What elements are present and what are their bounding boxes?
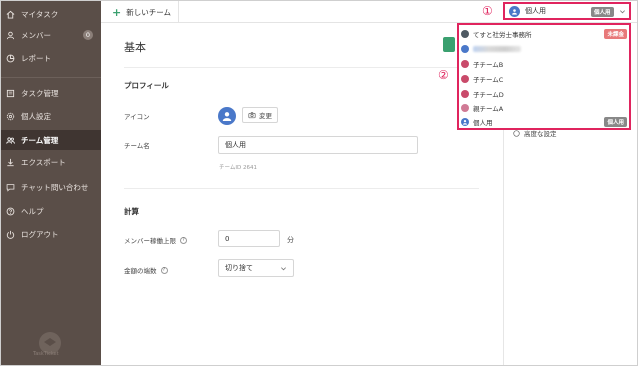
dropdown-item-parent-a[interactable]: 親チームA	[461, 101, 627, 115]
new-team-label: 新しいチーム	[126, 8, 171, 17]
team-selector-name: 個人用	[525, 7, 546, 15]
chevron-down-icon	[281, 267, 286, 271]
app-logo-text: TaskTicket	[33, 351, 59, 357]
power-icon	[6, 230, 15, 239]
personal-badge: 個人用	[604, 117, 627, 127]
sidebar-item-report[interactable]: レポート	[1, 49, 101, 67]
topbar-divider	[178, 1, 179, 22]
user-icon	[6, 31, 15, 40]
save-button[interactable]	[443, 37, 455, 52]
user-avatar-icon	[222, 112, 232, 121]
dropdown-item-personal[interactable]: 個人用 個人用	[461, 115, 627, 129]
camera-icon	[248, 112, 256, 119]
dropdown-item-label: 子チームD	[473, 91, 504, 99]
sidebar-item-personal-settings[interactable]: 個人設定	[1, 107, 101, 125]
team-name-label: チーム名	[124, 142, 150, 150]
sidebar-item-label: チャット問い合わせ	[21, 182, 89, 192]
section-divider	[124, 188, 479, 189]
dropdown-item-label: 子チームB	[473, 61, 504, 69]
team-dropdown: てすと社労士事務所 未課金 子チームB 子チームC 子チームD 親チームA 個人…	[457, 23, 631, 130]
user-avatar-icon	[461, 118, 469, 126]
help-icon	[6, 207, 15, 216]
change-button-label: 変更	[259, 112, 272, 120]
plus-icon: +	[112, 6, 122, 19]
section-divider	[124, 67, 479, 68]
dropdown-item-team-c[interactable]: 子チームC	[461, 72, 627, 86]
avatar	[218, 107, 236, 125]
team-logo-icon	[461, 30, 469, 38]
member-limit-input[interactable]: 0	[218, 230, 280, 247]
team-logo-icon	[461, 75, 469, 83]
sidebar-item-label: チーム管理	[21, 135, 59, 145]
chat-icon	[6, 183, 15, 192]
dropdown-item-label: 子チームC	[473, 76, 504, 84]
rounding-label-text: 金額の端数	[124, 267, 157, 275]
sidebar-item-chat-inquiry[interactable]: チャット問い合わせ	[1, 178, 101, 196]
sidebar-item-export[interactable]: エクスポート	[1, 153, 101, 171]
dropdown-item-team-b[interactable]: 子チームB	[461, 57, 627, 71]
rounding-label: 金額の端数 ?	[124, 265, 168, 275]
sidebar-item-my-tasks[interactable]: マイタスク	[1, 5, 101, 23]
annotation-one: ①	[482, 4, 493, 18]
dropdown-item-label: 個人用	[473, 119, 493, 127]
team-logo-icon	[461, 90, 469, 98]
sidebar-item-label: マイタスク	[21, 9, 59, 19]
dropdown-item-team-d[interactable]: 子チームD	[461, 87, 627, 101]
sidebar-item-help[interactable]: ヘルプ	[1, 202, 101, 220]
team-logo-icon	[461, 104, 469, 112]
home-icon	[6, 10, 15, 19]
change-icon-button[interactable]: 変更	[242, 107, 278, 123]
download-icon	[6, 158, 15, 167]
sidebar-item-label: タスク管理	[21, 88, 59, 98]
blurred-team-name	[473, 46, 521, 52]
team-logo-icon	[461, 60, 469, 68]
gear-icon	[6, 112, 15, 121]
member-limit-label-text: メンバー稼働上限	[124, 237, 176, 245]
member-limit-label: メンバー稼働上限 ?	[124, 235, 187, 245]
rounding-select[interactable]: 切り捨て	[218, 259, 294, 277]
sidebar-item-team-management[interactable]: チーム管理	[1, 130, 101, 150]
team-id-text: チームID 2641	[219, 165, 257, 171]
team-logo-icon	[461, 45, 469, 53]
help-icon[interactable]: ?	[160, 266, 168, 274]
member-count-badge: 0	[83, 30, 93, 40]
sidebar-item-label: エクスポート	[21, 157, 66, 167]
sidebar-item-task-management[interactable]: タスク管理	[1, 84, 101, 102]
member-limit-unit: 分	[287, 236, 294, 244]
dropdown-item-label: 親チームA	[473, 105, 504, 113]
dropdown-item-blurred[interactable]	[461, 42, 627, 56]
dropdown-item-label: てすと社労士事務所	[473, 31, 532, 39]
team-name-input[interactable]: 個人用	[218, 136, 418, 154]
profile-section-title: プロフィール	[124, 81, 169, 90]
rounding-select-value: 切り捨て	[225, 264, 253, 272]
sidebar-item-label: メンバー	[21, 30, 51, 40]
sidebar: マイタスク メンバー 0 レポート タスク管理 個人設定 チーム管理 エクスポー…	[1, 1, 101, 365]
help-icon[interactable]: ?	[180, 236, 187, 244]
task-icon	[6, 89, 15, 98]
team-avatar-icon	[509, 5, 520, 17]
new-team-button[interactable]: + 新しいチーム	[112, 6, 171, 19]
icon-label: アイコン	[124, 113, 150, 121]
sidebar-divider	[1, 77, 101, 78]
sidebar-item-label: ヘルプ	[21, 206, 44, 216]
personal-badge: 個人用	[591, 7, 614, 17]
sidebar-item-logout[interactable]: ログアウト	[1, 225, 101, 243]
sidebar-item-label: 個人設定	[21, 111, 51, 121]
chevron-down-icon	[620, 10, 625, 14]
annotation-two: ②	[438, 68, 449, 82]
report-icon	[6, 54, 15, 63]
dropdown-item-office[interactable]: てすと社労士事務所 未課金	[461, 27, 627, 41]
calc-section-title: 計算	[124, 207, 139, 216]
sidebar-item-label: レポート	[21, 53, 51, 63]
page-title: 基本	[124, 41, 146, 54]
unpaid-badge: 未課金	[604, 29, 627, 39]
team-icon	[6, 136, 15, 145]
settings-icon	[513, 129, 520, 137]
sidebar-item-label: ログアウト	[21, 229, 59, 239]
sidebar-item-members[interactable]: メンバー 0	[1, 26, 101, 44]
team-selector[interactable]: 個人用 個人用	[503, 2, 631, 20]
